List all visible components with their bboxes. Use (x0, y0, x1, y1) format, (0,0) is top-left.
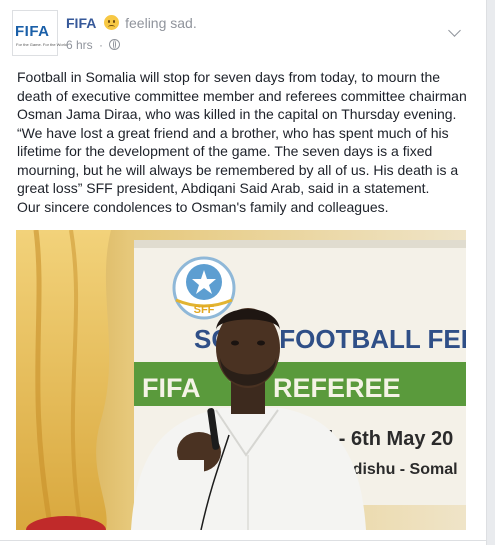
photo-illustration: SFF SO N FOOTBALL FED FIFA TH REFEREE d … (16, 230, 466, 530)
divider (0, 540, 486, 541)
banner-subtitle: FIFA TH REFEREE (142, 373, 401, 403)
post-timestamp[interactable]: 6 hrs (66, 38, 93, 52)
globe-icon[interactable] (109, 39, 121, 50)
post-body: Football in Somalia will stop for seven … (17, 68, 477, 216)
avatar-tagline: For the Game. For the World. (16, 42, 69, 47)
avatar-logo-text: FIFA (15, 23, 50, 40)
feeling-status: feeling sad. (125, 15, 197, 31)
sad-face-icon (104, 15, 120, 30)
post-paragraph: Football in Somalia will stop for seven … (17, 69, 467, 196)
post-photo[interactable]: SFF SO N FOOTBALL FED FIFA TH REFEREE d … (16, 230, 466, 530)
post-meta: FIFA feeling sad. (66, 15, 197, 31)
post-timestamp-row: 6 hrs · (66, 38, 121, 52)
post-header: FIFA For the Game. For the World. FIFA f… (12, 10, 477, 56)
chevron-down-icon[interactable] (448, 24, 461, 37)
page-avatar[interactable]: FIFA For the Game. For the World. (12, 10, 68, 56)
post-paragraph: Our sincere condolences to Osman's famil… (17, 198, 389, 215)
sff-logo-text: SFF (194, 304, 215, 316)
separator-dot: · (99, 38, 104, 52)
post-card: FIFA For the Game. For the World. FIFA f… (0, 0, 487, 545)
page-name-link[interactable]: FIFA (66, 15, 96, 31)
